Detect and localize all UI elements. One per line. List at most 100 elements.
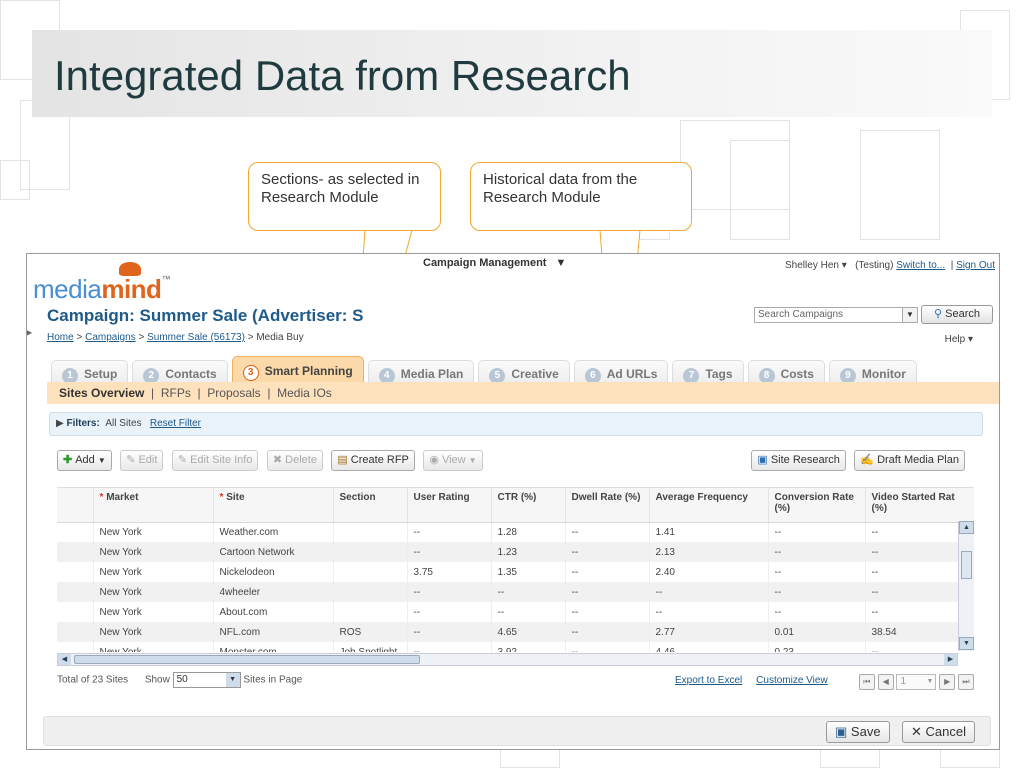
sign-out-link[interactable]: Sign Out — [956, 260, 995, 271]
scroll-left-icon[interactable]: ◀ — [58, 654, 71, 665]
col-header-average-frequency[interactable]: Average Frequency — [649, 488, 769, 523]
horizontal-scroll-thumb[interactable] — [74, 655, 420, 664]
table-row[interactable]: New York About.com -- -- -- -- -- -- — [57, 602, 974, 622]
draft-media-plan-button[interactable]: ✍ Draft Media Plan — [854, 450, 965, 471]
save-button[interactable]: ▣ Save — [826, 721, 890, 743]
col-header-user-rating[interactable]: User Rating — [407, 488, 492, 523]
col-header-site[interactable]: * Site — [213, 488, 334, 523]
col-header-market[interactable]: * Market — [93, 488, 214, 523]
grid-toolbar-right: ▣ Site Research ✍ Draft Media Plan — [751, 450, 969, 471]
cancel-button[interactable]: ✕ Cancel — [902, 721, 975, 743]
edit-label: Edit — [138, 454, 158, 466]
first-page-icon[interactable]: ⏮ — [858, 674, 875, 690]
row-selector[interactable] — [57, 602, 94, 622]
app-window: mediamind™ Campaign Management ▼ Shelley… — [26, 253, 1000, 750]
site-research-button[interactable]: ▣ Site Research — [751, 450, 846, 471]
chevron-down-icon: ▼ — [926, 678, 934, 685]
search-button[interactable]: ⚲ Search — [921, 305, 993, 324]
cell-section — [333, 562, 408, 582]
next-page-icon[interactable]: ▶ — [939, 674, 956, 690]
row-selector[interactable] — [57, 542, 94, 562]
breadcrumb-home[interactable]: Home — [47, 332, 74, 343]
page-size-select[interactable]: 50 ▼ — [172, 672, 241, 688]
search-dropdown-icon[interactable]: ▼ — [902, 307, 918, 323]
last-page-icon[interactable]: ⏭ — [958, 674, 974, 690]
grid-header-select — [57, 488, 94, 523]
col-header-ctr[interactable]: CTR (%) — [491, 488, 566, 523]
customize-view-link[interactable]: Customize View — [756, 675, 828, 686]
view-button[interactable]: ◉ View ▼ — [423, 450, 483, 471]
create-rfp-button[interactable]: ▤ Create RFP — [331, 450, 415, 471]
vertical-scrollbar[interactable]: ▲ ▼ — [958, 521, 974, 651]
row-selector[interactable] — [57, 522, 94, 542]
col-header-video-started-rate[interactable]: Video Started Rat (%) — [865, 488, 974, 523]
callout-sections-text: Sections- as selected in Research Module — [261, 171, 420, 206]
scroll-down-icon[interactable]: ▼ — [959, 637, 974, 650]
edit-site-info-label: Edit Site Info — [190, 454, 253, 466]
pager: ⏮ ◀ 1 ▼ ▶ ⏭ — [858, 674, 974, 690]
cell-user-rating: -- — [407, 522, 492, 542]
cell-market: New York — [93, 642, 214, 652]
row-selector[interactable] — [57, 562, 94, 582]
vertical-scroll-thumb[interactable] — [961, 551, 972, 579]
breadcrumb-campaign[interactable]: Summer Sale (56173) — [147, 332, 245, 343]
callout-sections: Sections- as selected in Research Module — [248, 162, 441, 231]
bg-square — [860, 130, 940, 240]
breadcrumb-current: Media Buy — [256, 332, 304, 343]
cell-ctr: -- — [491, 582, 566, 602]
breadcrumb-campaigns[interactable]: Campaigns — [85, 332, 136, 343]
scroll-right-icon[interactable]: ▶ — [944, 654, 957, 665]
cell-average-frequency: 2.13 — [649, 542, 769, 562]
row-selector[interactable] — [57, 582, 94, 602]
sites-grid: * Market * Site Section User Rating CTR … — [57, 487, 974, 652]
expand-arrow-icon[interactable]: ▶ — [27, 328, 32, 337]
cell-user-rating: -- — [407, 642, 492, 652]
export-to-excel-link[interactable]: Export to Excel — [675, 675, 742, 686]
campaign-management-menu[interactable]: Campaign Management ▼ — [423, 257, 566, 269]
scroll-up-icon[interactable]: ▲ — [959, 521, 974, 534]
row-selector[interactable] — [57, 622, 94, 642]
table-row[interactable]: New York Weather.com -- 1.28 -- 1.41 -- -- — [57, 522, 974, 542]
search-campaigns-input[interactable]: Search Campaigns — [754, 307, 916, 323]
user-name: Shelley Hen — [785, 260, 839, 271]
subnav-proposals[interactable]: Proposals — [207, 386, 260, 400]
horizontal-scrollbar[interactable]: ◀ ▶ — [57, 653, 958, 666]
cell-market: New York — [93, 562, 214, 582]
user-menu[interactable]: Shelley Hen ▾ — [785, 260, 847, 271]
switch-to-link[interactable]: Switch to... — [896, 260, 945, 271]
filters-label: Filters: — [66, 418, 100, 429]
col-header-conversion-rate[interactable]: Conversion Rate (%) — [768, 488, 866, 523]
subnav-sites-overview[interactable]: Sites Overview — [59, 386, 144, 400]
table-row[interactable]: New York Monster.com Job Spotlight -- 3.92 --… — [57, 642, 974, 652]
delete-button[interactable]: ✖ Delete — [266, 450, 323, 471]
add-label: Add — [75, 454, 95, 466]
col-header-section[interactable]: Section — [333, 488, 408, 523]
cell-dwell-rate: -- — [565, 642, 650, 652]
cell-section — [333, 602, 408, 622]
cell-dwell-rate: -- — [565, 582, 650, 602]
subnav-rfps[interactable]: RFPs — [161, 386, 191, 400]
prev-page-icon[interactable]: ◀ — [877, 674, 894, 690]
tab-label: Ad URLs — [606, 367, 658, 381]
chevron-down-icon: ▼ — [97, 456, 106, 465]
page-size-value: 50 — [176, 674, 188, 685]
cell-site: 4wheeler — [213, 582, 334, 602]
reset-filter-link[interactable]: Reset Filter — [150, 418, 201, 429]
col-header-dwell-rate[interactable]: Dwell Rate (%) — [565, 488, 650, 523]
subnav-media-ios[interactable]: Media IOs — [277, 386, 332, 400]
help-menu[interactable]: Help ▾ — [945, 334, 973, 345]
table-row[interactable]: New York NFL.com ROS -- 4.65 -- 2.77 0.01 38.54 — [57, 622, 974, 642]
table-row[interactable]: New York 4wheeler -- -- -- -- -- -- — [57, 582, 974, 602]
grid-footer: Total of 23 Sites Show 50 ▼ Sites in Page… — [57, 672, 974, 696]
edit-site-info-button[interactable]: ✎ Edit Site Info — [171, 450, 259, 471]
edit-button[interactable]: ✎ Edit — [120, 450, 164, 471]
table-row[interactable]: New York Nickelodeon 3.75 1.35 -- 2.40 -- -- — [57, 562, 974, 582]
row-selector[interactable] — [57, 642, 94, 652]
page-number-input[interactable]: 1 ▼ — [896, 674, 937, 690]
expand-filters-icon: ▶ — [56, 418, 64, 429]
filters-bar[interactable]: ▶ Filters: All Sites Reset Filter — [49, 412, 983, 436]
table-row[interactable]: New York Cartoon Network -- 1.23 -- 2.13 -- -- — [57, 542, 974, 562]
cell-market: New York — [93, 522, 214, 542]
add-button[interactable]: ✚ Add ▼ — [57, 450, 112, 471]
logo: mediamind™ — [33, 274, 170, 305]
